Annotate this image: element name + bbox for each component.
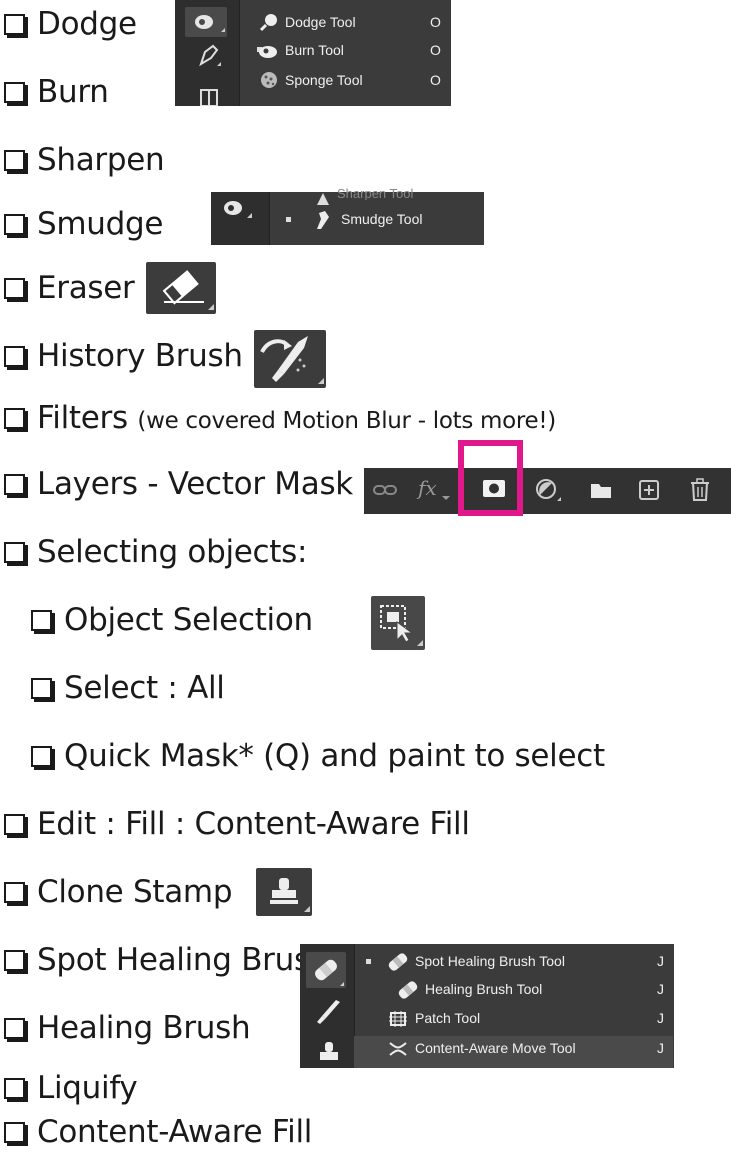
burn-tool-icon (259, 46, 277, 58)
checkbox-icon (31, 746, 52, 767)
stamp-icon-small[interactable] (316, 1040, 342, 1073)
dodge-icon[interactable] (185, 7, 227, 37)
sharpen-tool-icon (315, 192, 331, 210)
list-item-history-brush: History Brush (4, 338, 243, 374)
adjustment-layer-icon[interactable] (535, 478, 563, 509)
menu-item-smudge-tool[interactable]: Smudge Tool (317, 211, 422, 229)
shortcut-spot-healing: J (657, 953, 664, 969)
spot-healing-tool-icon (388, 953, 408, 971)
shortcut-burn: O (430, 42, 441, 58)
checkbox-icon (4, 214, 25, 235)
link-icon[interactable] (372, 480, 398, 505)
menu-item-sharpen-tool[interactable]: Sharpen Tool (337, 186, 413, 200)
list-item-dodge: Dodge (4, 6, 137, 42)
shortcut-dodge: O (430, 14, 441, 30)
list-item-selecting: Selecting objects: (4, 534, 307, 570)
layers-panel-buttons: fx (364, 468, 731, 514)
menu-item-healing-brush-tool[interactable]: Healing Brush Tool (398, 981, 542, 999)
list-item-spot-healing: Spot Healing Brush (4, 942, 329, 978)
checkbox-icon (4, 408, 25, 429)
list-item-eraser: Eraser (4, 270, 135, 306)
shortcut-patch: J (657, 1010, 664, 1026)
checkbox-icon (4, 346, 25, 367)
vector-mask-highlight (458, 440, 523, 516)
shortcut-healing: J (657, 981, 664, 997)
menu-item-patch-tool[interactable]: Patch Tool (389, 1010, 480, 1027)
menu-item-content-aware-move-label: Content-Aware Move Tool (389, 1040, 576, 1056)
list-item-filters: Filters (we covered Motion Blur - lots m… (4, 400, 556, 439)
folder-icon[interactable] (589, 480, 613, 505)
checkbox-icon (4, 542, 25, 563)
checkbox-icon (31, 610, 52, 631)
checkbox-icon (31, 678, 52, 699)
checkbox-icon (4, 1078, 25, 1099)
list-item-sharpen: Sharpen (4, 142, 165, 178)
healing-brush-tool-icon (398, 981, 418, 999)
sub-item-quick-mask: Quick Mask* (Q) and paint to select (31, 738, 605, 774)
menu-item-dodge-tool[interactable]: Dodge Tool (259, 14, 356, 32)
new-layer-icon[interactable] (638, 479, 660, 506)
checkbox-icon (4, 474, 25, 495)
clone-stamp-icon[interactable] (256, 868, 312, 916)
checkbox-icon (4, 950, 25, 971)
menu-item-sponge-tool[interactable]: Sponge Tool (261, 72, 363, 88)
checkbox-icon (4, 14, 25, 35)
list-item-content-aware-fill-edit: Edit : Fill : Content-Aware Fill (4, 806, 470, 842)
checkbox-icon (4, 1122, 25, 1143)
list-item-burn: Burn (4, 74, 109, 110)
fx-dropdown-icon (442, 496, 450, 500)
dodge-tool-flyout: Dodge Tool O Burn Tool O Sponge Tool O (175, 0, 451, 107)
list-item-layers: Layers - Vector Mask (4, 466, 353, 502)
checkbox-icon (4, 278, 25, 299)
list-item-liquify: Liquify (4, 1070, 138, 1106)
pen-icon[interactable] (193, 40, 223, 75)
sub-item-object-selection: Object Selection (31, 602, 313, 638)
smudge-tool-flyout: Sharpen Tool Smudge Tool (211, 186, 484, 245)
checkbox-icon (4, 1018, 25, 1039)
shortcut-content-aware-move: J (657, 1040, 664, 1056)
checkbox-icon (4, 150, 25, 171)
shortcut-sponge: O (430, 72, 441, 88)
patch-tool-icon (389, 1011, 407, 1027)
brush-icon[interactable] (314, 996, 344, 1031)
list-item-smudge: Smudge (4, 206, 163, 242)
list-item-content-aware-fill: Content-Aware Fill (4, 1114, 312, 1150)
dodge-tool-icon (259, 14, 277, 32)
frame-icon[interactable] (199, 86, 221, 111)
fx-icon[interactable]: fx (418, 476, 437, 500)
checkbox-icon (4, 814, 25, 835)
object-selection-icon[interactable] (371, 596, 425, 650)
selected-bullet (366, 959, 371, 964)
selected-bullet (286, 217, 291, 222)
trash-icon[interactable] (689, 478, 711, 507)
eraser-icon[interactable] (146, 262, 216, 314)
healing-tool-flyout: Spot Healing Brush Tool J Healing Brush … (300, 944, 674, 1068)
menu-item-burn-tool[interactable]: Burn Tool (259, 42, 344, 58)
sub-item-select-all: Select : All (31, 670, 225, 706)
checkbox-icon (4, 82, 25, 103)
menu-item-spot-healing-brush-tool[interactable]: Spot Healing Brush Tool (388, 953, 565, 971)
spot-healing-icon[interactable] (306, 952, 346, 988)
checkbox-icon (4, 882, 25, 903)
history-brush-icon[interactable] (254, 330, 326, 388)
sponge-tool-icon (261, 72, 277, 88)
dodge-icon-small[interactable] (217, 196, 255, 225)
smudge-tool-icon (317, 211, 329, 229)
content-aware-move-icon (389, 1042, 407, 1056)
list-item-healing-brush: Healing Brush (4, 1010, 251, 1046)
list-item-clone-stamp: Clone Stamp (4, 874, 233, 910)
